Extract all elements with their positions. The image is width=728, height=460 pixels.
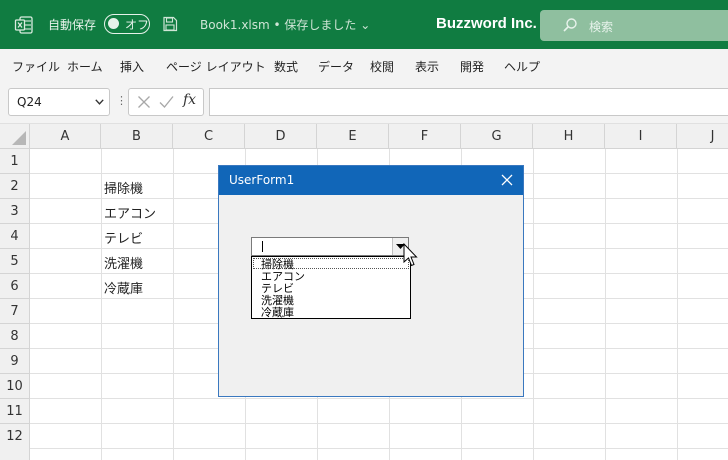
title-bar: 自動保存 オフ Book1.xlsm • 保存しました ⌄ Buzzword I… [0, 0, 728, 49]
row-header-6[interactable]: 6 [0, 274, 30, 299]
row-header-9[interactable]: 9 [0, 349, 30, 374]
grid-line [605, 149, 606, 460]
menu-page-layout[interactable]: ページ レイアウト [166, 58, 266, 75]
cell-b3[interactable]: エアコン [104, 203, 156, 222]
row-header-3[interactable]: 3 [0, 199, 30, 224]
autosave-toggle[interactable]: オフ [104, 14, 150, 34]
cell-b2[interactable]: 掃除機 [104, 178, 143, 197]
more-icon[interactable]: ⋮ [116, 94, 127, 107]
grid-line [677, 149, 678, 460]
dropdown-list: 掃除機 エアコン テレビ 洗濯機 冷蔵庫 [251, 256, 411, 319]
enter-check-icon[interactable] [159, 95, 174, 109]
menu-developer[interactable]: 開発 [460, 58, 484, 75]
search-icon [563, 18, 577, 32]
menu-bar: ファイル ホーム 挿入 ページ レイアウト 数式 データ 校閲 表示 開発 ヘル… [0, 49, 728, 82]
name-box-value: Q24 [17, 95, 42, 109]
save-icon[interactable] [162, 16, 178, 32]
file-name[interactable]: Book1.xlsm • 保存しました ⌄ [200, 16, 370, 33]
list-item[interactable]: 冷蔵庫 [261, 307, 294, 318]
column-header-f[interactable]: F [389, 124, 461, 149]
dialog-title-bar[interactable]: UserForm1 [219, 166, 523, 195]
dialog-title: UserForm1 [229, 173, 295, 187]
menu-file[interactable]: ファイル [12, 58, 60, 75]
row-header-10[interactable]: 10 [0, 374, 30, 399]
select-all-triangle [12, 131, 26, 145]
list-item[interactable]: 洗濯機 [261, 295, 294, 306]
row-header-2[interactable]: 2 [0, 174, 30, 199]
grid-line [101, 149, 102, 460]
row-header-7[interactable]: 7 [0, 299, 30, 324]
column-header-i[interactable]: I [605, 124, 677, 149]
column-header-a[interactable]: A [30, 124, 101, 149]
cell-b6[interactable]: 冷蔵庫 [104, 278, 143, 297]
column-header-d[interactable]: D [245, 124, 317, 149]
grid-line [533, 149, 534, 460]
formula-actions: fx [128, 88, 204, 116]
userform-dialog: UserForm1 掃除機 エアコン テレビ 洗濯機 冷蔵庫 [218, 165, 524, 397]
grid-line [173, 149, 174, 460]
formula-bar: Q24 ⋮ fx [0, 82, 728, 124]
toggle-knob [108, 18, 119, 29]
menu-home[interactable]: ホーム [67, 58, 103, 75]
autosave-state: オフ [125, 18, 150, 32]
menu-insert[interactable]: 挿入 [120, 58, 144, 75]
combo-box[interactable] [251, 237, 409, 256]
search-placeholder: 検索 [589, 20, 614, 34]
cell-b4[interactable]: テレビ [104, 228, 143, 247]
row-header-12[interactable]: 12 [0, 424, 30, 460]
row-header-8[interactable]: 8 [0, 324, 30, 349]
row-header-5[interactable]: 5 [0, 249, 30, 274]
cancel-icon[interactable] [137, 95, 151, 109]
autosave-label: 自動保存 [48, 18, 97, 32]
row-header-4[interactable]: 4 [0, 224, 30, 249]
menu-data[interactable]: データ [318, 58, 354, 75]
row-header-1[interactable]: 1 [0, 149, 30, 174]
row-header-11[interactable]: 11 [0, 399, 30, 424]
name-box[interactable]: Q24 [8, 88, 110, 116]
column-header-b[interactable]: B [101, 124, 173, 149]
column-header-h[interactable]: H [533, 124, 605, 149]
column-header-e[interactable]: E [317, 124, 389, 149]
menu-formulas[interactable]: 数式 [274, 58, 298, 75]
column-header-j[interactable]: J [677, 124, 728, 149]
grid-line [30, 448, 728, 449]
mouse-pointer-icon [403, 243, 418, 267]
column-header-g[interactable]: G [461, 124, 533, 149]
chevron-down-icon[interactable] [95, 99, 104, 105]
close-icon[interactable] [501, 174, 513, 186]
menu-view[interactable]: 表示 [415, 58, 439, 75]
insert-function-icon[interactable]: fx [183, 92, 196, 108]
formula-input[interactable] [209, 88, 728, 116]
menu-help[interactable]: ヘルプ [504, 58, 540, 75]
grid-line [30, 423, 728, 424]
list-item[interactable]: 掃除機 [261, 259, 294, 270]
account-name[interactable]: Buzzword Inc. [436, 15, 537, 32]
grid-line [30, 398, 728, 399]
excel-app-icon[interactable] [14, 15, 34, 35]
search-box[interactable]: 検索 [540, 10, 728, 41]
text-caret [262, 241, 263, 252]
column-header-c[interactable]: C [173, 124, 245, 149]
list-item[interactable]: テレビ [261, 283, 294, 294]
menu-review[interactable]: 校閲 [370, 58, 394, 75]
list-item[interactable]: エアコン [261, 271, 305, 282]
select-all-corner[interactable] [0, 124, 30, 149]
cell-b5[interactable]: 洗濯機 [104, 253, 143, 272]
